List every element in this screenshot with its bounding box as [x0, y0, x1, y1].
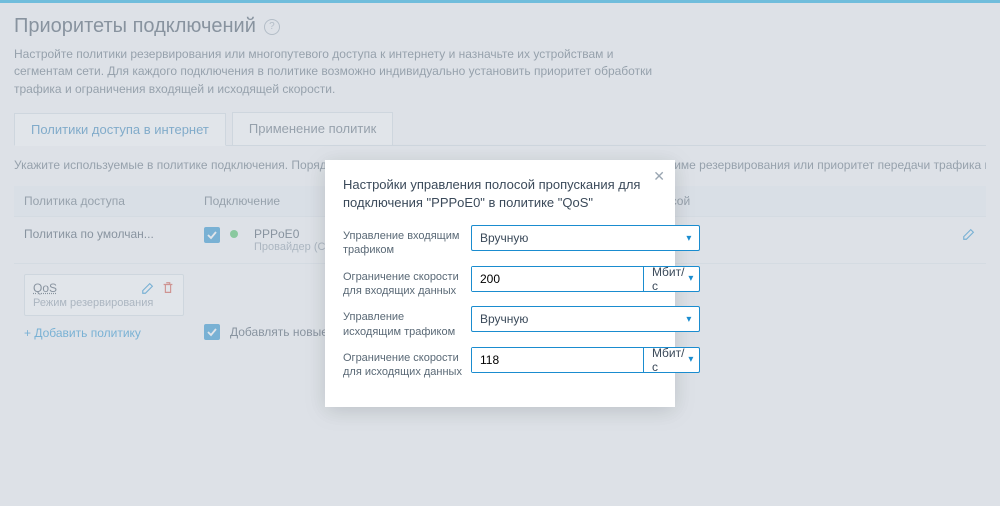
chevron-down-icon: ▾: [686, 314, 691, 325]
inbound-mgmt-select[interactable]: Вручную ▾: [471, 225, 700, 251]
outbound-mgmt-value: Вручную: [480, 312, 528, 326]
inbound-mgmt-value: Вручную: [480, 231, 528, 245]
chevron-down-icon: ▾: [688, 354, 693, 365]
inbound-unit-select[interactable]: Мбит/с ▾: [643, 267, 699, 291]
chevron-down-icon: ▾: [688, 273, 693, 284]
bandwidth-modal: ✕ Настройки управления полосой пропускан…: [325, 160, 675, 407]
inbound-limit-input[interactable]: [472, 267, 643, 291]
modal-overlay[interactable]: ✕ Настройки управления полосой пропускан…: [0, 0, 1000, 506]
inbound-mgmt-label: Управление входящим трафиком: [343, 225, 463, 258]
inbound-limit-label: Ограничение скорости для входящих данных: [343, 266, 463, 299]
outbound-limit-input[interactable]: [472, 348, 643, 372]
modal-title: Настройки управления полосой пропускания…: [343, 176, 657, 211]
outbound-limit-input-group: Мбит/с ▾: [471, 347, 700, 373]
inbound-limit-input-group: Мбит/с ▾: [471, 266, 700, 292]
outbound-unit-value: Мбит/с: [652, 346, 684, 374]
outbound-mgmt-label: Управление исходящим трафиком: [343, 306, 463, 339]
outbound-limit-label: Ограничение скорости для исходящих данны…: [343, 347, 463, 380]
close-icon[interactable]: ✕: [653, 168, 665, 185]
outbound-mgmt-select[interactable]: Вручную ▾: [471, 306, 700, 332]
modal-form: Управление входящим трафиком Вручную ▾ О…: [343, 225, 657, 379]
chevron-down-icon: ▾: [686, 233, 691, 244]
inbound-unit-value: Мбит/с: [652, 265, 684, 293]
outbound-unit-select[interactable]: Мбит/с ▾: [643, 348, 699, 372]
